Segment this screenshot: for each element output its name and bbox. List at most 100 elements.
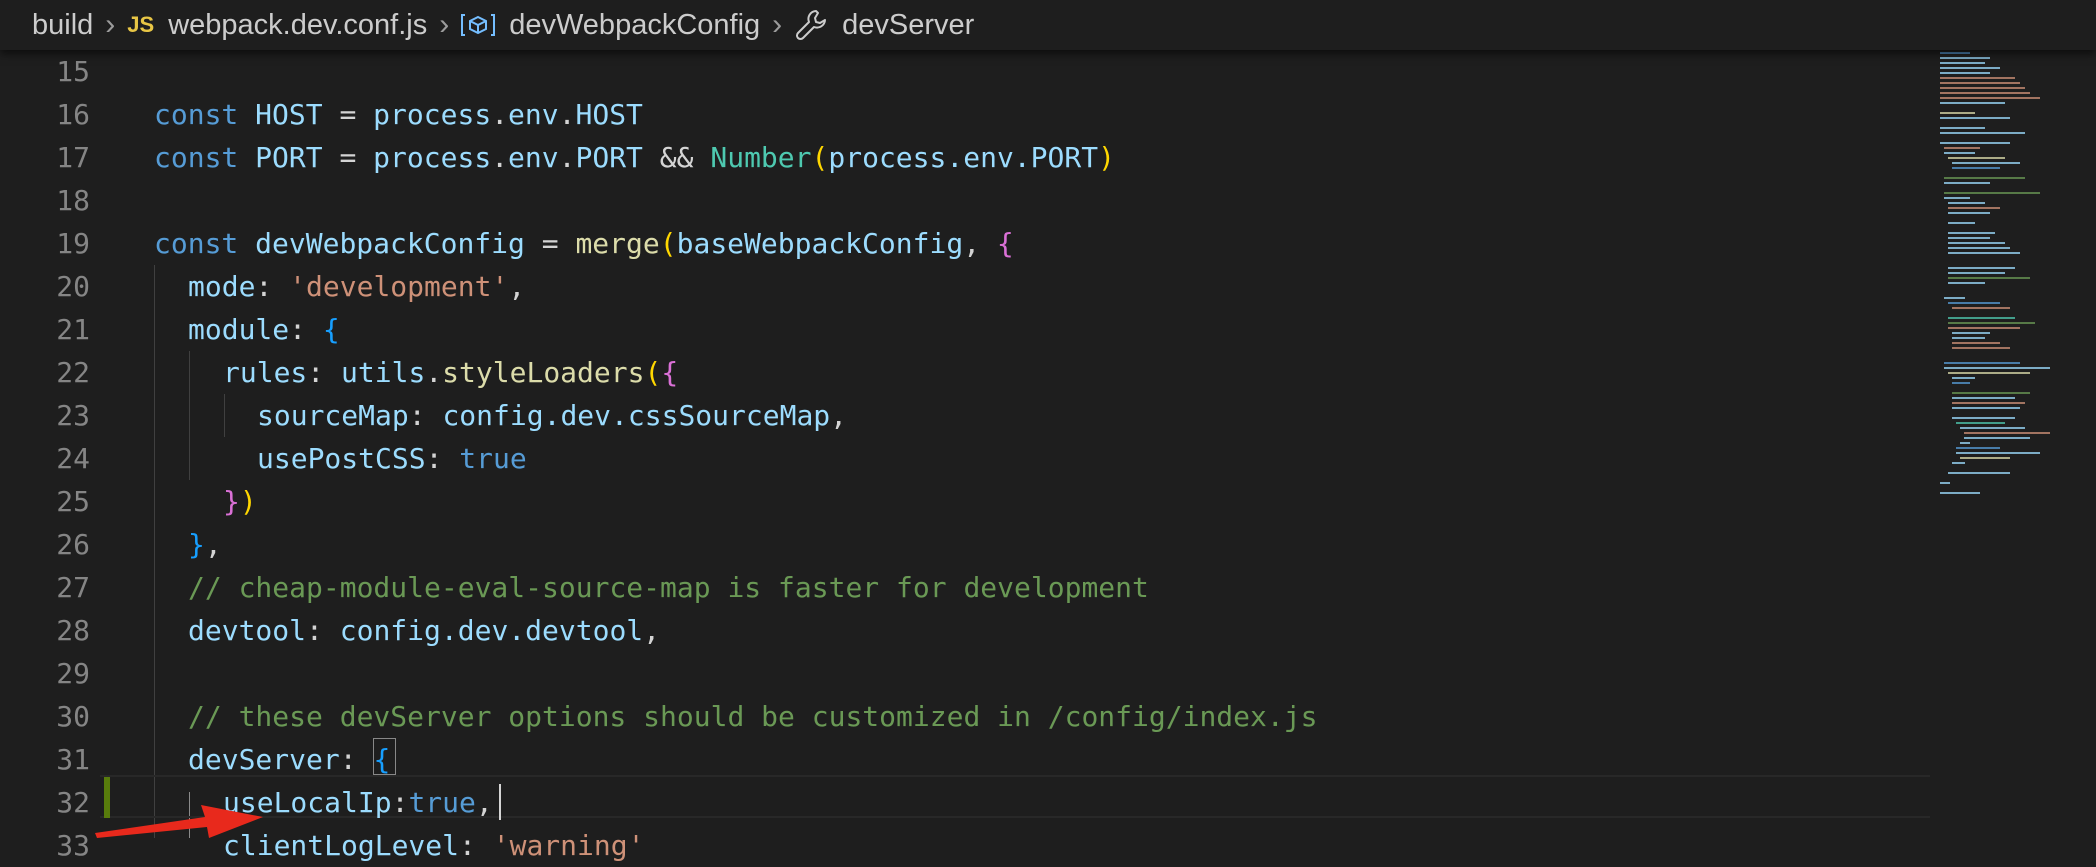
token-property: usePostCSS [257,442,426,475]
token-variable: process [373,98,492,131]
token-punctuation: , [643,614,661,647]
token-punctuation: , [475,786,493,819]
breadcrumb-item-folder[interactable]: build [32,9,93,42]
token-property: devServer [188,743,340,776]
token-punctuation: , [508,270,526,303]
token-variable: process [373,141,492,174]
token-variable: config.dev.cssSourceMap [442,399,831,432]
line-number: 21 [56,313,90,346]
code-line: 29 [0,652,1930,695]
code-line: 18 [0,179,1930,222]
token-bracket: { [373,743,391,776]
token-property: rules [223,356,308,389]
token-punctuation: , [830,399,848,432]
breadcrumb-item-file[interactable]: JS webpack.dev.conf.js [127,9,427,42]
code-line: 17 const PORT = process.env.PORT && Numb… [0,136,1930,179]
line-number: 19 [56,227,90,260]
code-text: devtool: config.dev.devtool, [188,609,660,652]
token-boolean: true [459,442,527,475]
token-bracket: ( [644,356,662,389]
token-punctuation: : [391,786,409,819]
code-line: 30 // these devServer options should be … [0,695,1930,738]
token-keyword: const [154,98,239,131]
token-operator: = [322,98,374,131]
token-variable: HOST [255,98,323,131]
token-bracket: } [188,528,205,561]
token-punctuation: : [339,743,374,776]
code-editor[interactable]: 15 16 const HOST = process.env.HOST 17 c… [0,50,1930,862]
code-text: module: { [188,308,340,351]
line-number: 16 [56,98,90,131]
token-function: styleLoaders [442,356,645,389]
line-number: 27 [56,571,90,604]
token-keyword: const [154,227,239,260]
breadcrumb-variable-label: devWebpackConfig [509,8,761,41]
text-cursor [499,784,501,820]
code-line: 20 mode: 'development', [0,265,1930,308]
code-line: 25 }) [0,480,1930,523]
token-string: 'warning' [492,829,645,862]
code-line: 33 clientLogLevel: 'warning' [0,824,1930,867]
code-line: 24 usePostCSS: true [0,437,1930,480]
token-property: sourceMap [257,399,409,432]
minimap[interactable] [1930,50,2096,838]
token-punctuation: : [459,829,493,862]
breadcrumb-item-variable[interactable]: devWebpackConfig [461,9,760,42]
token-property: mode [188,270,256,303]
code-line: 16 const HOST = process.env.HOST [0,93,1930,136]
token-dot: . [558,98,576,131]
line-number: 31 [56,743,90,776]
js-file-icon: JS [127,12,155,37]
token-class: Number [710,141,812,174]
line-number: 17 [56,141,90,174]
code-text: const PORT = process.env.PORT && Number(… [154,136,1115,179]
token-punctuation: : [289,313,323,346]
code-line: 15 [0,50,1930,93]
breadcrumb: build › JS webpack.dev.conf.js › devWebp… [0,0,2096,50]
code-line: 26 }, [0,523,1930,566]
line-number: 26 [56,528,90,561]
code-text: sourceMap: config.dev.cssSourceMap, [257,394,847,437]
token-dot: . [425,356,443,389]
line-number: 28 [56,614,90,647]
code-line: 31 devServer: { [0,738,1930,781]
breadcrumb-property-label: devServer [842,8,975,41]
line-number: 24 [56,442,90,475]
token-property: module [188,313,290,346]
line-number: 20 [56,270,90,303]
code-text: }, [188,523,222,566]
token-dot: . [491,98,509,131]
code-line-current: 32 useLocalIp:true, [0,781,1930,824]
chevron-right-icon: › [439,8,450,41]
token-variable: HOST [575,98,643,131]
token-property: devtool [188,614,307,647]
code-text: rules: utils.styleLoaders({ [223,351,678,394]
token-dot: . [491,141,509,174]
code-line: 28 devtool: config.dev.devtool, [0,609,1930,652]
wrench-icon [796,10,827,41]
line-number: 32 [56,786,90,819]
token-punctuation: : [408,399,443,432]
token-variable: baseWebpackConfig [676,227,964,260]
line-number: 25 [56,485,90,518]
code-line: 21 module: { [0,308,1930,351]
code-text: clientLogLevel: 'warning' [223,824,644,867]
token-bracket: ) [239,485,257,518]
token-string: 'development' [289,270,509,303]
code-line: 22 rules: utils.styleLoaders({ [0,351,1930,394]
token-dot: . [558,141,576,174]
breadcrumb-item-property[interactable]: devServer [794,8,974,42]
token-punctuation: : [306,614,340,647]
line-number: 30 [56,700,90,733]
token-operator: && [642,141,711,174]
line-number: 15 [56,55,90,88]
line-number: 22 [56,356,90,389]
code-text: devServer: { [188,738,390,781]
token-variable: config.dev.devtool [339,614,644,647]
token-variable: process.env.PORT [828,141,1099,174]
breadcrumb-file-label: webpack.dev.conf.js [168,8,428,41]
token-boolean: true [408,786,476,819]
code-line: 23 sourceMap: config.dev.cssSourceMap, [0,394,1930,437]
chevron-right-icon: › [772,8,783,41]
line-number: 18 [56,184,90,217]
